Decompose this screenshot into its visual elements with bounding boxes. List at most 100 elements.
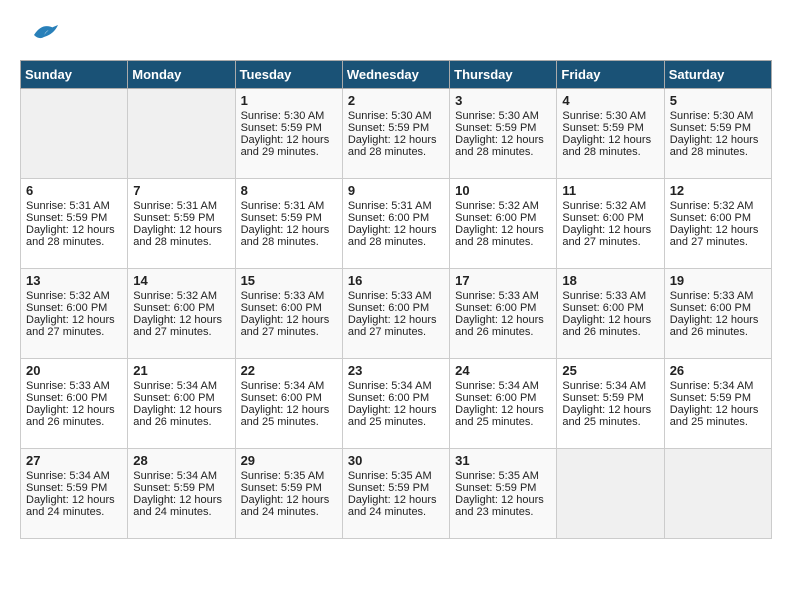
- daylight-text: Daylight: 12 hours and 28 minutes.: [670, 134, 766, 158]
- sunrise-text: Sunrise: 5:35 AM: [348, 470, 444, 482]
- sunrise-text: Sunrise: 5:33 AM: [241, 290, 337, 302]
- sunset-text: Sunset: 6:00 PM: [562, 302, 658, 314]
- weekday-header-thursday: Thursday: [450, 61, 557, 89]
- calendar-cell: [128, 89, 235, 179]
- sunset-text: Sunset: 6:00 PM: [562, 212, 658, 224]
- logo: [20, 20, 59, 50]
- sunset-text: Sunset: 5:59 PM: [133, 212, 229, 224]
- day-number: 15: [241, 273, 337, 288]
- day-number: 22: [241, 363, 337, 378]
- day-number: 8: [241, 183, 337, 198]
- calendar-header: SundayMondayTuesdayWednesdayThursdayFrid…: [21, 61, 772, 89]
- daylight-text: Daylight: 12 hours and 28 minutes.: [455, 134, 551, 158]
- day-number: 20: [26, 363, 122, 378]
- sunset-text: Sunset: 6:00 PM: [26, 302, 122, 314]
- sunset-text: Sunset: 6:00 PM: [348, 212, 444, 224]
- day-number: 30: [348, 453, 444, 468]
- day-number: 31: [455, 453, 551, 468]
- sunrise-text: Sunrise: 5:30 AM: [670, 110, 766, 122]
- daylight-text: Daylight: 12 hours and 24 minutes.: [26, 494, 122, 518]
- calendar-cell: 2Sunrise: 5:30 AMSunset: 5:59 PMDaylight…: [342, 89, 449, 179]
- sunset-text: Sunset: 5:59 PM: [670, 122, 766, 134]
- daylight-text: Daylight: 12 hours and 25 minutes.: [562, 404, 658, 428]
- day-number: 1: [241, 93, 337, 108]
- sunrise-text: Sunrise: 5:34 AM: [241, 380, 337, 392]
- sunrise-text: Sunrise: 5:31 AM: [241, 200, 337, 212]
- sunrise-text: Sunrise: 5:34 AM: [26, 470, 122, 482]
- sunset-text: Sunset: 5:59 PM: [348, 482, 444, 494]
- daylight-text: Daylight: 12 hours and 27 minutes.: [670, 224, 766, 248]
- daylight-text: Daylight: 12 hours and 26 minutes.: [133, 404, 229, 428]
- logo-bird-icon: [24, 20, 59, 50]
- sunrise-text: Sunrise: 5:34 AM: [670, 380, 766, 392]
- daylight-text: Daylight: 12 hours and 26 minutes.: [670, 314, 766, 338]
- sunset-text: Sunset: 5:59 PM: [455, 482, 551, 494]
- daylight-text: Daylight: 12 hours and 28 minutes.: [133, 224, 229, 248]
- calendar-cell: 30Sunrise: 5:35 AMSunset: 5:59 PMDayligh…: [342, 449, 449, 539]
- daylight-text: Daylight: 12 hours and 25 minutes.: [670, 404, 766, 428]
- sunset-text: Sunset: 5:59 PM: [348, 122, 444, 134]
- sunset-text: Sunset: 6:00 PM: [241, 302, 337, 314]
- sunset-text: Sunset: 5:59 PM: [133, 482, 229, 494]
- calendar-cell: 31 Sunrise: 5:35 AMSunset: 5:59 PMDayligh…: [450, 449, 557, 539]
- sunset-text: Sunset: 6:00 PM: [455, 302, 551, 314]
- daylight-text: Daylight: 12 hours and 28 minutes.: [348, 224, 444, 248]
- sunrise-text: Sunrise: 5:34 AM: [455, 380, 551, 392]
- weekday-header-friday: Friday: [557, 61, 664, 89]
- calendar-cell: 22 Sunrise: 5:34 AMSunset: 6:00 PMDayligh…: [235, 359, 342, 449]
- day-number: 28: [133, 453, 229, 468]
- sunrise-text: Sunrise: 5:30 AM: [241, 110, 337, 122]
- daylight-text: Daylight: 12 hours and 28 minutes.: [348, 134, 444, 158]
- day-number: 17: [455, 273, 551, 288]
- day-number: 10: [455, 183, 551, 198]
- daylight-text: Daylight: 12 hours and 25 minutes.: [455, 404, 551, 428]
- calendar-cell: 24Sunrise: 5:34 AMSunset: 6:00 PMDayligh…: [450, 359, 557, 449]
- sunrise-text: Sunrise: 5:30 AM: [455, 110, 551, 122]
- sunrise-text: Sunrise: 5:30 AM: [562, 110, 658, 122]
- sunrise-text: Sunrise: 5:32 AM: [26, 290, 122, 302]
- calendar-cell: [557, 449, 664, 539]
- calendar-cell: [21, 89, 128, 179]
- day-number: 25: [562, 363, 658, 378]
- daylight-text: Daylight: 12 hours and 29 minutes.: [241, 134, 337, 158]
- sunrise-text: Sunrise: 5:35 AM: [241, 470, 337, 482]
- daylight-text: Daylight: 12 hours and 23 minutes.: [455, 494, 551, 518]
- sunset-text: Sunset: 6:00 PM: [348, 302, 444, 314]
- sunset-text: Sunset: 5:59 PM: [26, 212, 122, 224]
- day-number: 14: [133, 273, 229, 288]
- sunrise-text: Sunrise: 5:33 AM: [26, 380, 122, 392]
- calendar-cell: 13Sunrise: 5:32 AMSunset: 6:00 PMDayligh…: [21, 269, 128, 359]
- day-number: 23: [348, 363, 444, 378]
- calendar-cell: 1Sunrise: 5:30 AMSunset: 5:59 PMDaylight…: [235, 89, 342, 179]
- calendar-cell: 14Sunrise: 5:32 AMSunset: 6:00 PMDayligh…: [128, 269, 235, 359]
- daylight-text: Daylight: 12 hours and 24 minutes.: [241, 494, 337, 518]
- daylight-text: Daylight: 12 hours and 27 minutes.: [562, 224, 658, 248]
- sunrise-text: Sunrise: 5:34 AM: [562, 380, 658, 392]
- sunset-text: Sunset: 6:00 PM: [455, 212, 551, 224]
- day-number: 24: [455, 363, 551, 378]
- daylight-text: Daylight: 12 hours and 25 minutes.: [348, 404, 444, 428]
- sunset-text: Sunset: 5:59 PM: [455, 122, 551, 134]
- sunrise-text: Sunrise: 5:32 AM: [670, 200, 766, 212]
- day-number: 27: [26, 453, 122, 468]
- daylight-text: Daylight: 12 hours and 27 minutes.: [241, 314, 337, 338]
- sunset-text: Sunset: 6:00 PM: [133, 302, 229, 314]
- weekday-header-tuesday: Tuesday: [235, 61, 342, 89]
- day-number: 21: [133, 363, 229, 378]
- day-number: 4: [562, 93, 658, 108]
- week-row-1: 1Sunrise: 5:30 AMSunset: 5:59 PMDaylight…: [21, 89, 772, 179]
- daylight-text: Daylight: 12 hours and 28 minutes.: [455, 224, 551, 248]
- calendar-cell: [664, 449, 771, 539]
- calendar-cell: 27 Sunrise: 5:34 AMSunset: 5:59 PMDayligh…: [21, 449, 128, 539]
- day-number: 9: [348, 183, 444, 198]
- calendar-cell: 15 Sunrise: 5:33 AMSunset: 6:00 PMDayligh…: [235, 269, 342, 359]
- calendar-cell: 17Sunrise: 5:33 AMSunset: 6:00 PMDayligh…: [450, 269, 557, 359]
- daylight-text: Daylight: 12 hours and 25 minutes.: [241, 404, 337, 428]
- sunrise-text: Sunrise: 5:32 AM: [455, 200, 551, 212]
- sunset-text: Sunset: 5:59 PM: [26, 482, 122, 494]
- page-header: [20, 20, 772, 50]
- calendar-cell: 10 Sunrise: 5:32 AMSunset: 6:00 PMDayligh…: [450, 179, 557, 269]
- day-number: 7: [133, 183, 229, 198]
- sunrise-text: Sunrise: 5:35 AM: [455, 470, 551, 482]
- sunset-text: Sunset: 6:00 PM: [241, 392, 337, 404]
